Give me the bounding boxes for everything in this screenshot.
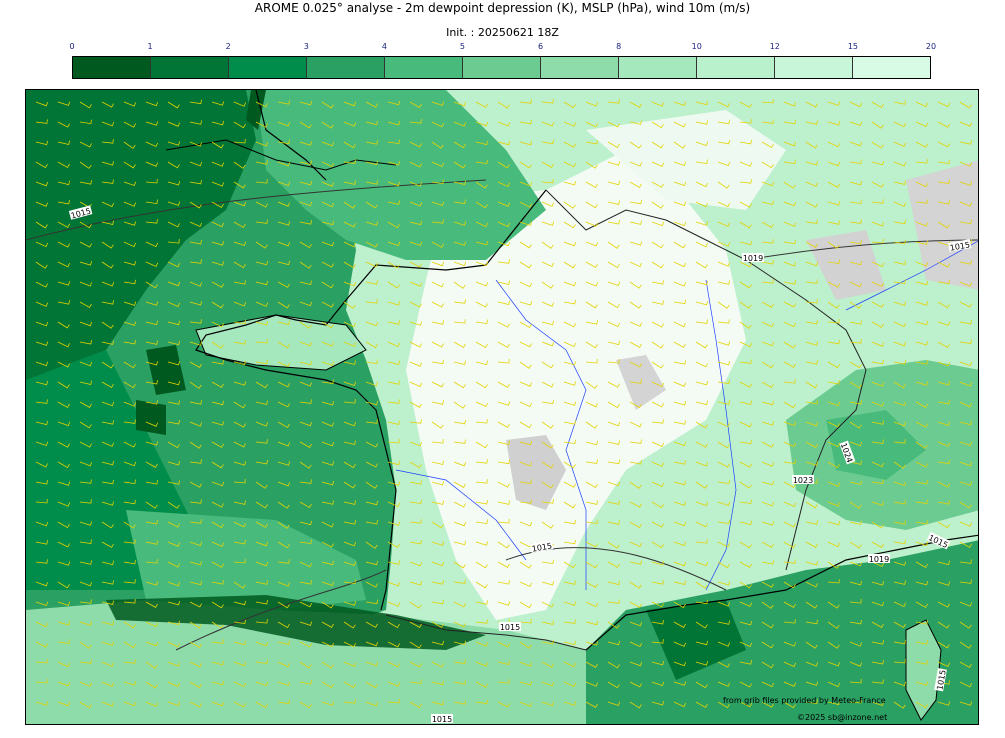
colorbar [72, 56, 931, 79]
colorbar-tick-label: 12 [769, 42, 780, 51]
colorbar-tick-label: 15 [847, 42, 858, 51]
colorbar-tick-label: 3 [303, 42, 309, 51]
colorbar-segment [385, 57, 463, 78]
svg-text:1019: 1019 [743, 254, 763, 263]
colorbar-segment [541, 57, 619, 78]
weather-map[interactable]: 1015 1019 1015 1024 1023 1015 1019 1015 1015 1015… [25, 89, 979, 725]
colorbar-tick-label: 8 [616, 42, 622, 51]
isobar-label: 1023 [792, 475, 814, 485]
colorbar-tick-label: 6 [537, 42, 544, 51]
copyright-credit: ©2025 sb@inzone.net [797, 713, 888, 722]
colorbar-tick-label: 1 [147, 42, 153, 51]
svg-text:1015: 1015 [500, 623, 520, 632]
colorbar-segment [775, 57, 853, 78]
source-credit: from grib files provided by Meteo-France [723, 696, 886, 705]
isobar-label: 1015 [499, 622, 521, 632]
colorbar-segment [619, 57, 697, 78]
svg-text:1023: 1023 [793, 476, 813, 485]
map-title: AROME 0.025° analyse - 2m dewpoint depre… [254, 1, 751, 15]
colorbar-segment [463, 57, 541, 78]
svg-text:1019: 1019 [869, 555, 889, 564]
isobar-label: 1015 [431, 714, 453, 724]
colorbar-tick-label: 20 [925, 42, 937, 51]
colorbar-segment [151, 57, 229, 78]
colorbar-tick-label: 5 [459, 42, 465, 51]
dark-core-3 [136, 400, 166, 435]
map-svg: 1015101910151024102310151019101510151015… [26, 90, 978, 724]
isobar-label: 1019 [868, 554, 890, 564]
isobar-label: 1019 [742, 253, 764, 263]
colorbar-segment [229, 57, 307, 78]
colorbar-segment [73, 57, 151, 78]
map-subtitle: Init. : 20250621 18Z [446, 26, 559, 39]
colorbar-segment [307, 57, 385, 78]
colorbar-segment [853, 57, 930, 78]
colorbar-tick-label: 0 [69, 42, 75, 51]
colorbar-tick-label: 2 [225, 42, 231, 51]
colorbar-segment [697, 57, 775, 78]
colorbar-tick-label: 10 [691, 42, 702, 51]
svg-text:1015: 1015 [432, 715, 452, 724]
colorbar-tick-label: 4 [381, 42, 387, 51]
